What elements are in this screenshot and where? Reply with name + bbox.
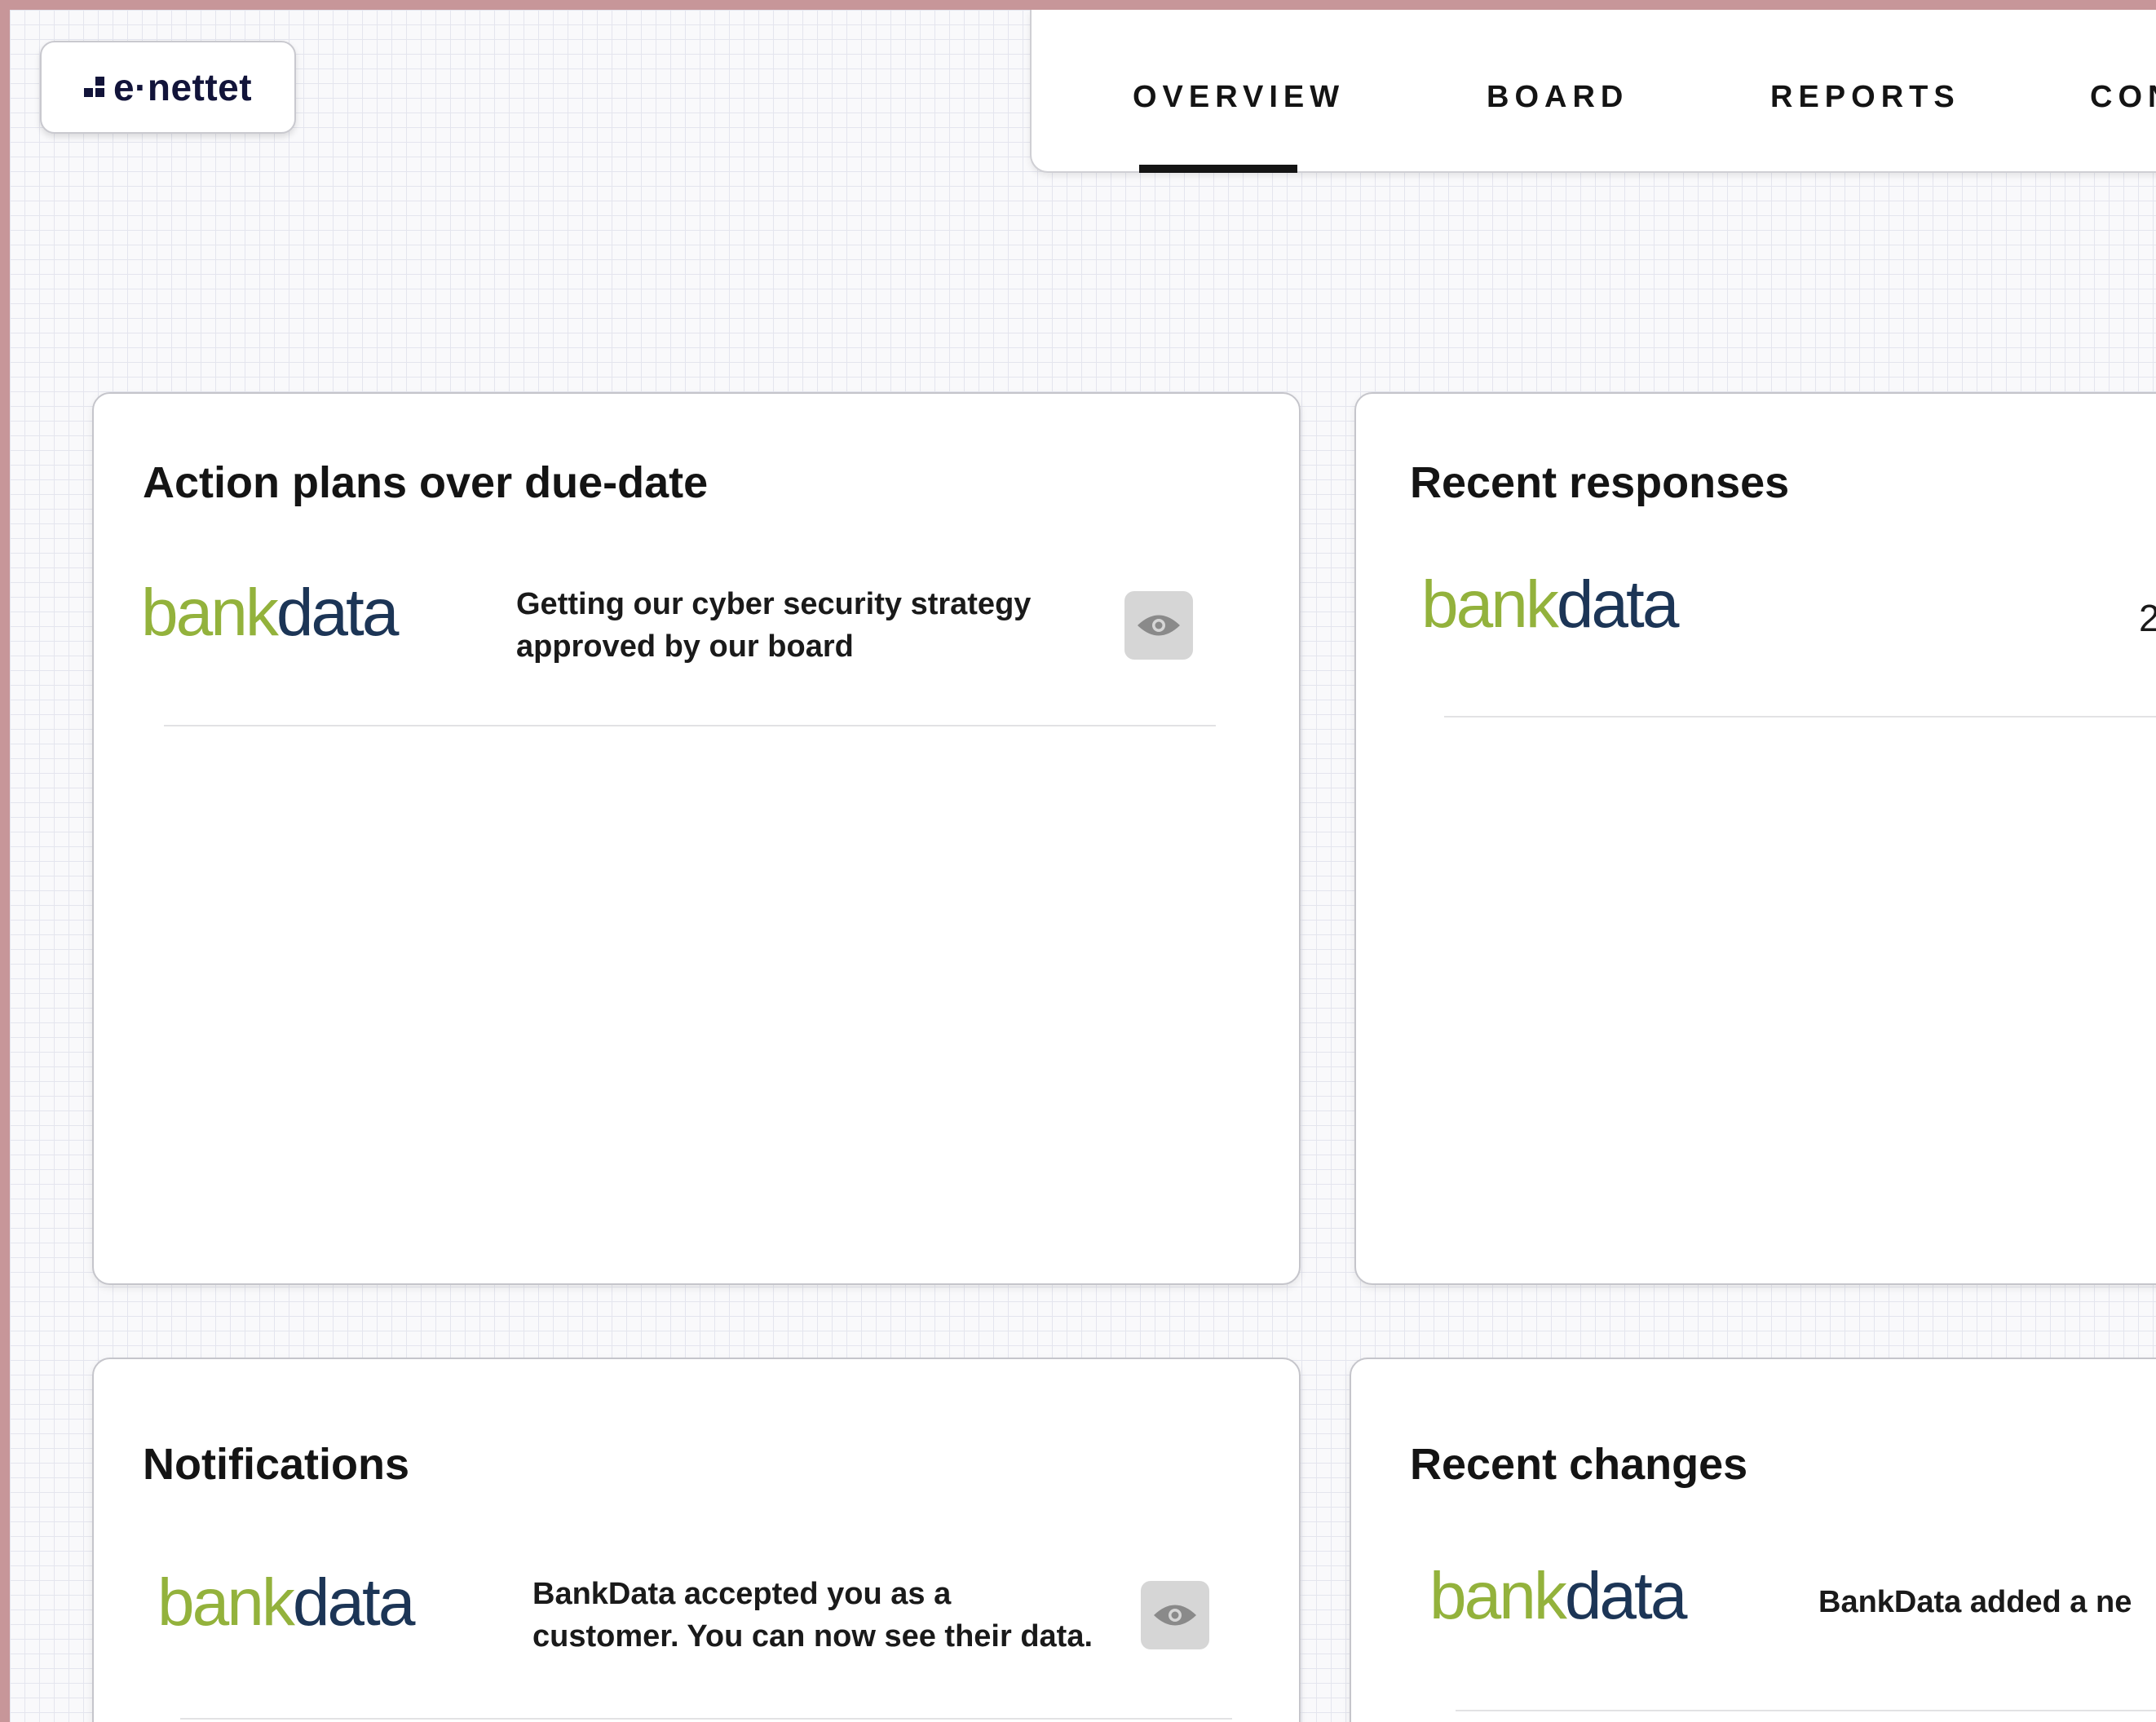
bankdata-logo: bankdata	[141, 576, 399, 650]
change-text: BankData added a ne	[1818, 1585, 2132, 1619]
item-divider	[1456, 1710, 2156, 1711]
bankdata-logo: bankdata	[1429, 1559, 1687, 1633]
recent-changes-card: Recent changes bankdata BankData added a…	[1350, 1358, 2156, 1722]
card-title: Notifications	[143, 1440, 410, 1489]
bankdata-logo: bankdata	[1421, 567, 1679, 642]
action-plan-text: Getting our cyber security strategy appr…	[516, 587, 1032, 664]
tab-contacts[interactable]: CON	[2090, 80, 2156, 115]
active-tab-indicator	[1139, 165, 1297, 173]
logo-text: e·nettet	[113, 66, 253, 108]
response-date-text: 2	[2139, 596, 2156, 640]
eye-icon	[1138, 615, 1180, 636]
item-divider	[180, 1718, 1232, 1720]
bankdata-logo: bankdata	[157, 1565, 415, 1640]
tab-reports[interactable]: REPORTS	[1770, 80, 1960, 115]
tab-overview[interactable]: OVERVIEW	[1133, 80, 1345, 115]
recent-responses-card: Recent responses bankdata 2	[1354, 392, 2156, 1285]
eye-icon	[1154, 1605, 1196, 1626]
item-divider	[1444, 716, 2156, 718]
tab-board[interactable]: BOARD	[1487, 80, 1628, 115]
view-notification-button[interactable]	[1141, 1581, 1209, 1649]
card-title: Recent responses	[1410, 458, 1790, 507]
app-frame: e·nettet OVERVIEW BOARD REPORTS CON Acti…	[10, 10, 2156, 1722]
view-action-plan-button[interactable]	[1124, 591, 1193, 660]
enettet-logo[interactable]: e·nettet	[40, 41, 296, 134]
notifications-card: Notifications bankdata BankData accepted…	[92, 1358, 1301, 1722]
notification-text: BankData accepted you as a customer. You…	[532, 1577, 1093, 1654]
enettet-mark-icon	[83, 77, 107, 98]
action-plans-card: Action plans over due-date bankdata Gett…	[92, 392, 1301, 1285]
card-title: Action plans over due-date	[143, 458, 709, 507]
item-divider	[164, 725, 1216, 726]
main-nav: OVERVIEW BOARD REPORTS CON	[1030, 10, 2156, 173]
card-title: Recent changes	[1410, 1440, 1748, 1489]
